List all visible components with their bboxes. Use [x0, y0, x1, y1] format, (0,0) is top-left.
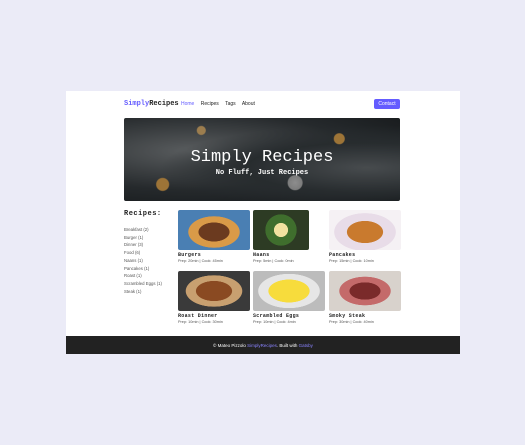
recipe-card-naans[interactable]: Naans Prep: 5min | Cook: 0min — [253, 210, 309, 263]
sidebar-title: Recipes: — [124, 210, 162, 218]
nav-link-about[interactable]: About — [242, 101, 255, 107]
tag-link-pancakes[interactable]: Pancakes (1) — [124, 265, 162, 273]
recipe-image-smoky-steak — [329, 271, 401, 311]
nav-link-recipes[interactable]: Recipes — [201, 101, 219, 107]
recipe-image-naans — [253, 210, 309, 250]
recipe-image-burgers — [178, 210, 250, 250]
hero-banner: Simply Recipes No Fluff, Just Recipes — [124, 118, 400, 201]
footer: © Mateo Pizzolo SimplyRecipes. Built wit… — [66, 336, 460, 354]
nav-link-tags[interactable]: Tags — [225, 101, 236, 107]
recipe-card-pancakes[interactable]: Pancakes Prep: 15min | Cook: 10min — [329, 210, 401, 263]
tag-link-roast[interactable]: Roast (1) — [124, 272, 162, 280]
site-logo[interactable]: SimplyRecipes — [124, 100, 179, 108]
tag-link-scrambled-eggs[interactable]: Scrambled Eggs (1) — [124, 280, 162, 288]
recipe-image-roast-dinner — [178, 271, 250, 311]
page: SimplyRecipes Home Recipes Tags About Co… — [66, 91, 460, 354]
recipe-card-burgers[interactable]: Burgers Prep: 20min | Cook: 45min — [178, 210, 250, 263]
recipe-image-scrambled-eggs — [253, 271, 325, 311]
tag-link-steak[interactable]: Steak (1) — [124, 288, 162, 296]
recipe-card-smoky-steak[interactable]: Smoky Steak Prep: 30min | Cook: 40min — [329, 271, 401, 324]
tag-link-burger[interactable]: Burger (1) — [124, 234, 162, 242]
hero-subtitle: No Fluff, Just Recipes — [215, 169, 309, 177]
tag-link-breakfast[interactable]: Breakfast (2) — [124, 226, 162, 234]
tag-link-dinner[interactable]: Dinner (3) — [124, 241, 162, 249]
tag-link-food[interactable]: Food (6) — [124, 249, 162, 257]
navbar: SimplyRecipes Home Recipes Tags About Co… — [124, 99, 400, 111]
recipe-image-pancakes — [329, 210, 401, 250]
recipe-card-roast-dinner[interactable]: Roast Dinner Prep: 10min | Cook: 30min — [178, 271, 250, 324]
hero-title: Simply Recipes — [190, 148, 334, 167]
contact-button[interactable]: Contact — [374, 99, 400, 109]
tag-link-naans[interactable]: Naans (1) — [124, 257, 162, 265]
recipe-card-scrambled-eggs[interactable]: Scrambled Eggs Prep: 10min | Cook: 4min — [253, 271, 325, 324]
footer-gatsby-link[interactable]: Gatsby — [299, 343, 313, 348]
nav-links: Home Recipes Tags About — [181, 101, 260, 107]
nav-link-home[interactable]: Home — [181, 101, 194, 107]
tag-list: Breakfast (2) Burger (1) Dinner (3) Food… — [124, 226, 162, 295]
footer-site-link[interactable]: SimplyRecipes — [247, 343, 277, 348]
